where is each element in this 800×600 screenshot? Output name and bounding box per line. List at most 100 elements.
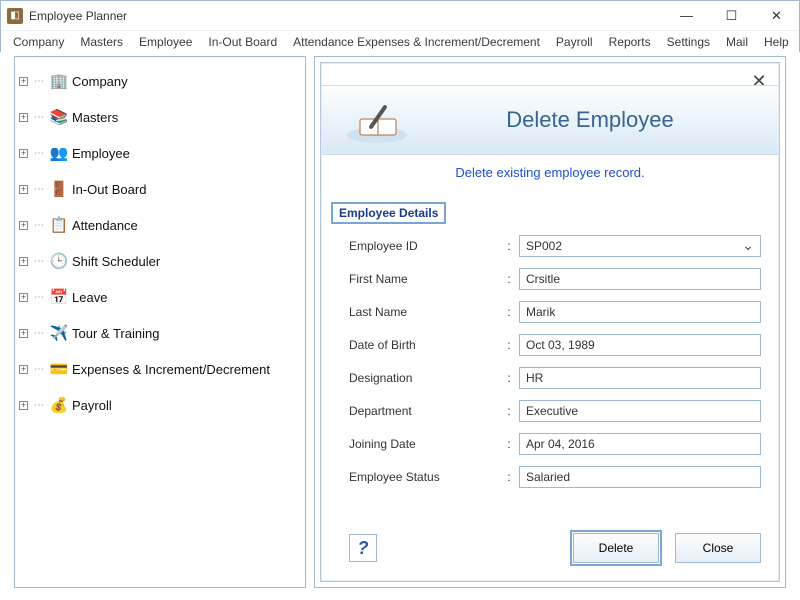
tree-connector-icon: ⋯ <box>34 256 44 267</box>
tree-expander-icon[interactable]: + <box>19 257 28 266</box>
menu-help[interactable]: Help <box>756 35 797 49</box>
window-minimize-button[interactable]: — <box>664 1 709 31</box>
window-title: Employee Planner <box>29 9 664 23</box>
field-employee-status: Employee Status : Salaried <box>349 466 761 488</box>
field-employee-id: Employee ID : SP002 <box>349 235 761 257</box>
tree-expander-icon[interactable]: + <box>19 185 28 194</box>
tree-label: Employee <box>72 146 130 161</box>
employee-details-label: Employee Details <box>331 202 446 224</box>
menu-attendance-expenses[interactable]: Attendance Expenses & Increment/Decremen… <box>285 35 548 49</box>
tree-label: Tour & Training <box>72 326 159 341</box>
navigation-tree: + ⋯ 🏢 Company + ⋯ 📚 Masters + ⋯ 👥 Employ… <box>14 56 306 588</box>
field-joining-date: Joining Date : Apr 04, 2016 <box>349 433 761 455</box>
menu-payroll[interactable]: Payroll <box>548 35 601 49</box>
menu-in-out-board[interactable]: In-Out Board <box>200 35 285 49</box>
tree-item-employee[interactable]: + ⋯ 👥 Employee <box>15 135 305 171</box>
tour-icon: ✈️ <box>50 324 68 342</box>
app-icon: ◧ <box>7 8 23 24</box>
leave-icon: 📅 <box>50 288 68 306</box>
employee-icon: 👥 <box>50 144 68 162</box>
tree-item-shift-scheduler[interactable]: + ⋯ 🕒 Shift Scheduler <box>15 243 305 279</box>
department-input[interactable]: Executive <box>519 400 761 422</box>
menu-company[interactable]: Company <box>5 35 72 49</box>
tree-item-leave[interactable]: + ⋯ 📅 Leave <box>15 279 305 315</box>
employee-id-label: Employee ID <box>349 239 499 253</box>
tree-item-in-out-board[interactable]: + ⋯ 🚪 In-Out Board <box>15 171 305 207</box>
first-name-label: First Name <box>349 272 499 286</box>
tree-connector-icon: ⋯ <box>34 112 44 123</box>
tree-label: Leave <box>72 290 107 305</box>
tree-connector-icon: ⋯ <box>34 220 44 231</box>
tree-label: Payroll <box>72 398 112 413</box>
tree-label: Attendance <box>72 218 138 233</box>
window-close-button[interactable]: ✕ <box>754 1 799 31</box>
tree-expander-icon[interactable]: + <box>19 77 28 86</box>
in-out-icon: 🚪 <box>50 180 68 198</box>
dialog-footer: ? Delete Close <box>349 533 761 563</box>
delete-employee-dialog: ✕ Delete Employee Delete existing employ… <box>320 62 780 582</box>
tree-connector-icon: ⋯ <box>34 400 44 411</box>
close-button[interactable]: Close <box>675 533 761 563</box>
masters-icon: 📚 <box>50 108 68 126</box>
tree-item-tour-training[interactable]: + ⋯ ✈️ Tour & Training <box>15 315 305 351</box>
employee-id-select[interactable]: SP002 <box>519 235 761 257</box>
help-button[interactable]: ? <box>349 534 377 562</box>
last-name-input[interactable]: Marik <box>519 301 761 323</box>
payroll-icon: 💰 <box>50 396 68 414</box>
last-name-label: Last Name <box>349 305 499 319</box>
tree-expander-icon[interactable]: + <box>19 293 28 302</box>
shift-icon: 🕒 <box>50 252 68 270</box>
tree-label: Shift Scheduler <box>72 254 160 269</box>
attendance-icon: 📋 <box>50 216 68 234</box>
dialog-header: Delete Employee <box>322 85 778 155</box>
field-date-of-birth: Date of Birth : Oct 03, 1989 <box>349 334 761 356</box>
tree-connector-icon: ⋯ <box>34 76 44 87</box>
department-label: Department <box>349 404 499 418</box>
tree-connector-icon: ⋯ <box>34 328 44 339</box>
tree-connector-icon: ⋯ <box>34 292 44 303</box>
tree-item-attendance[interactable]: + ⋯ 📋 Attendance <box>15 207 305 243</box>
workspace: + ⋯ 🏢 Company + ⋯ 📚 Masters + ⋯ 👥 Employ… <box>0 52 800 600</box>
employee-status-input[interactable]: Salaried <box>519 466 761 488</box>
tree-label: Company <box>72 74 128 89</box>
tree-expander-icon[interactable]: + <box>19 221 28 230</box>
notebook-pen-icon <box>322 85 432 155</box>
expenses-icon: 💳 <box>50 360 68 378</box>
tree-item-company[interactable]: + ⋯ 🏢 Company <box>15 63 305 99</box>
tree-label: In-Out Board <box>72 182 146 197</box>
content-panel: ✕ Delete Employee Delete existing employ… <box>314 56 786 588</box>
tree-label: Masters <box>72 110 118 125</box>
menu-masters[interactable]: Masters <box>72 35 131 49</box>
window-titlebar: ◧ Employee Planner — ☐ ✕ <box>1 1 799 31</box>
first-name-input[interactable]: Crsitle <box>519 268 761 290</box>
designation-label: Designation <box>349 371 499 385</box>
joining-date-input[interactable]: Apr 04, 2016 <box>519 433 761 455</box>
window-maximize-button[interactable]: ☐ <box>709 1 754 31</box>
field-first-name: First Name : Crsitle <box>349 268 761 290</box>
joining-date-label: Joining Date <box>349 437 499 451</box>
tree-connector-icon: ⋯ <box>34 184 44 195</box>
dialog-title: Delete Employee <box>432 107 778 133</box>
tree-expander-icon[interactable]: + <box>19 113 28 122</box>
tree-item-masters[interactable]: + ⋯ 📚 Masters <box>15 99 305 135</box>
menubar: Company Masters Employee In-Out Board At… <box>1 31 799 53</box>
menu-mail[interactable]: Mail <box>718 35 756 49</box>
employee-status-label: Employee Status <box>349 470 499 484</box>
tree-item-expenses[interactable]: + ⋯ 💳 Expenses & Increment/Decrement <box>15 351 305 387</box>
tree-connector-icon: ⋯ <box>34 148 44 159</box>
field-last-name: Last Name : Marik <box>349 301 761 323</box>
menu-employee[interactable]: Employee <box>131 35 200 49</box>
tree-item-payroll[interactable]: + ⋯ 💰 Payroll <box>15 387 305 423</box>
dob-label: Date of Birth <box>349 338 499 352</box>
company-icon: 🏢 <box>50 72 68 90</box>
dob-input[interactable]: Oct 03, 1989 <box>519 334 761 356</box>
tree-expander-icon[interactable]: + <box>19 401 28 410</box>
tree-expander-icon[interactable]: + <box>19 149 28 158</box>
designation-input[interactable]: HR <box>519 367 761 389</box>
menu-reports[interactable]: Reports <box>601 35 659 49</box>
menu-settings[interactable]: Settings <box>659 35 718 49</box>
tree-expander-icon[interactable]: + <box>19 329 28 338</box>
employee-details-form: Employee ID : SP002 First Name : Crsitle… <box>349 235 761 499</box>
tree-expander-icon[interactable]: + <box>19 365 28 374</box>
delete-button[interactable]: Delete <box>573 533 659 563</box>
